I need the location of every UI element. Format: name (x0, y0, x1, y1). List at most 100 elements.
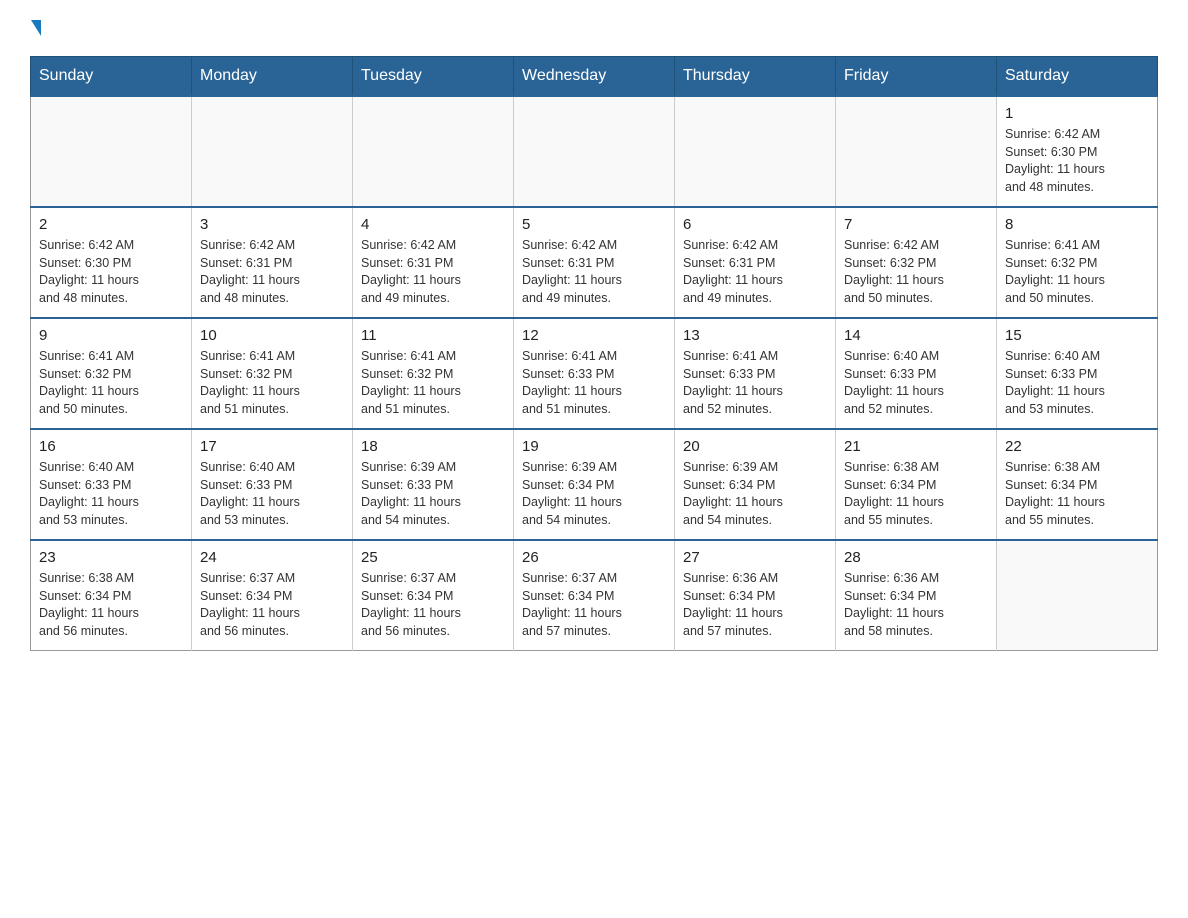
day-info: Sunrise: 6:37 AM Sunset: 6:34 PM Dayligh… (522, 570, 666, 640)
calendar-week-row: 9 Sunrise: 6:41 AM Sunset: 6:32 PM Daylig… (31, 318, 1158, 429)
day-number: 22 (1005, 438, 1149, 455)
day-info: Sunrise: 6:42 AM Sunset: 6:31 PM Dayligh… (522, 237, 666, 307)
logo (30, 20, 41, 36)
calendar-cell: 8 Sunrise: 6:41 AM Sunset: 6:32 PM Daylig… (997, 207, 1158, 318)
day-info: Sunrise: 6:38 AM Sunset: 6:34 PM Dayligh… (844, 459, 988, 529)
header-saturday: Saturday (997, 57, 1158, 97)
calendar-cell (675, 96, 836, 207)
header-friday: Friday (836, 57, 997, 97)
calendar-cell: 10 Sunrise: 6:41 AM Sunset: 6:32 PM Dayli… (192, 318, 353, 429)
logo-arrow-icon (31, 20, 41, 36)
day-number: 26 (522, 549, 666, 566)
day-number: 1 (1005, 105, 1149, 122)
day-info: Sunrise: 6:41 AM Sunset: 6:32 PM Dayligh… (1005, 237, 1149, 307)
day-info: Sunrise: 6:42 AM Sunset: 6:30 PM Dayligh… (39, 237, 183, 307)
calendar-cell: 27 Sunrise: 6:36 AM Sunset: 6:34 PM Dayli… (675, 540, 836, 651)
day-info: Sunrise: 6:39 AM Sunset: 6:34 PM Dayligh… (683, 459, 827, 529)
day-number: 2 (39, 216, 183, 233)
calendar-cell: 6 Sunrise: 6:42 AM Sunset: 6:31 PM Daylig… (675, 207, 836, 318)
header-tuesday: Tuesday (353, 57, 514, 97)
day-info: Sunrise: 6:41 AM Sunset: 6:32 PM Dayligh… (200, 348, 344, 418)
day-info: Sunrise: 6:40 AM Sunset: 6:33 PM Dayligh… (200, 459, 344, 529)
day-number: 10 (200, 327, 344, 344)
header-sunday: Sunday (31, 57, 192, 97)
calendar-week-row: 2 Sunrise: 6:42 AM Sunset: 6:30 PM Daylig… (31, 207, 1158, 318)
day-info: Sunrise: 6:41 AM Sunset: 6:33 PM Dayligh… (683, 348, 827, 418)
day-number: 20 (683, 438, 827, 455)
day-number: 28 (844, 549, 988, 566)
calendar-cell: 2 Sunrise: 6:42 AM Sunset: 6:30 PM Daylig… (31, 207, 192, 318)
day-number: 6 (683, 216, 827, 233)
calendar-cell: 25 Sunrise: 6:37 AM Sunset: 6:34 PM Dayli… (353, 540, 514, 651)
calendar-cell: 18Sunrise: 6:39 AM Sunset: 6:33 PM Dayli… (353, 429, 514, 540)
day-info: Sunrise: 6:41 AM Sunset: 6:33 PM Dayligh… (522, 348, 666, 418)
day-info: Sunrise: 6:40 AM Sunset: 6:33 PM Dayligh… (39, 459, 183, 529)
day-info: Sunrise: 6:41 AM Sunset: 6:32 PM Dayligh… (39, 348, 183, 418)
day-info: Sunrise: 6:38 AM Sunset: 6:34 PM Dayligh… (1005, 459, 1149, 529)
day-info: Sunrise: 6:40 AM Sunset: 6:33 PM Dayligh… (1005, 348, 1149, 418)
day-info: Sunrise: 6:37 AM Sunset: 6:34 PM Dayligh… (200, 570, 344, 640)
calendar-cell: 26 Sunrise: 6:37 AM Sunset: 6:34 PM Dayli… (514, 540, 675, 651)
calendar-table: Sunday Monday Tuesday Wednesday Thursday… (30, 56, 1158, 651)
calendar-cell (514, 96, 675, 207)
day-number: 21 (844, 438, 988, 455)
day-number: 16 (39, 438, 183, 455)
day-number: 11 (361, 327, 505, 344)
calendar-cell: 13 Sunrise: 6:41 AM Sunset: 6:33 PM Dayli… (675, 318, 836, 429)
day-info: Sunrise: 6:36 AM Sunset: 6:34 PM Dayligh… (844, 570, 988, 640)
day-number: 23 (39, 549, 183, 566)
calendar-cell: 14 Sunrise: 6:40 AM Sunset: 6:33 PM Dayli… (836, 318, 997, 429)
day-number: 19 (522, 438, 666, 455)
calendar-cell: 19 Sunrise: 6:39 AM Sunset: 6:34 PM Dayli… (514, 429, 675, 540)
calendar-cell (353, 96, 514, 207)
calendar-week-row: 23 Sunrise: 6:38 AM Sunset: 6:34 PM Dayli… (31, 540, 1158, 651)
calendar-cell: 22 Sunrise: 6:38 AM Sunset: 6:34 PM Dayli… (997, 429, 1158, 540)
weekday-header-row: Sunday Monday Tuesday Wednesday Thursday… (31, 57, 1158, 97)
calendar-week-row: 1Sunrise: 6:42 AM Sunset: 6:30 PM Daylig… (31, 96, 1158, 207)
calendar-cell (836, 96, 997, 207)
calendar-cell: 9 Sunrise: 6:41 AM Sunset: 6:32 PM Daylig… (31, 318, 192, 429)
calendar-cell: 7 Sunrise: 6:42 AM Sunset: 6:32 PM Daylig… (836, 207, 997, 318)
day-number: 15 (1005, 327, 1149, 344)
calendar-cell: 15 Sunrise: 6:40 AM Sunset: 6:33 PM Dayli… (997, 318, 1158, 429)
calendar-cell: 20 Sunrise: 6:39 AM Sunset: 6:34 PM Dayli… (675, 429, 836, 540)
calendar-cell: 23 Sunrise: 6:38 AM Sunset: 6:34 PM Dayli… (31, 540, 192, 651)
day-number: 18 (361, 438, 505, 455)
calendar-cell: 11 Sunrise: 6:41 AM Sunset: 6:32 PM Dayli… (353, 318, 514, 429)
calendar-cell: 4Sunrise: 6:42 AM Sunset: 6:31 PM Daylig… (353, 207, 514, 318)
day-number: 24 (200, 549, 344, 566)
day-info: Sunrise: 6:38 AM Sunset: 6:34 PM Dayligh… (39, 570, 183, 640)
calendar-cell: 12 Sunrise: 6:41 AM Sunset: 6:33 PM Dayli… (514, 318, 675, 429)
calendar-cell (31, 96, 192, 207)
day-number: 8 (1005, 216, 1149, 233)
calendar-cell (192, 96, 353, 207)
day-info: Sunrise: 6:42 AM Sunset: 6:32 PM Dayligh… (844, 237, 988, 307)
day-number: 12 (522, 327, 666, 344)
calendar-cell: 16 Sunrise: 6:40 AM Sunset: 6:33 PM Dayli… (31, 429, 192, 540)
day-info: Sunrise: 6:37 AM Sunset: 6:34 PM Dayligh… (361, 570, 505, 640)
day-number: 7 (844, 216, 988, 233)
day-number: 13 (683, 327, 827, 344)
day-number: 3 (200, 216, 344, 233)
day-info: Sunrise: 6:41 AM Sunset: 6:32 PM Dayligh… (361, 348, 505, 418)
header-thursday: Thursday (675, 57, 836, 97)
calendar-cell: 17 Sunrise: 6:40 AM Sunset: 6:33 PM Dayli… (192, 429, 353, 540)
day-number: 14 (844, 327, 988, 344)
day-number: 27 (683, 549, 827, 566)
header-monday: Monday (192, 57, 353, 97)
calendar-cell: 1Sunrise: 6:42 AM Sunset: 6:30 PM Daylig… (997, 96, 1158, 207)
day-info: Sunrise: 6:42 AM Sunset: 6:31 PM Dayligh… (200, 237, 344, 307)
day-info: Sunrise: 6:42 AM Sunset: 6:31 PM Dayligh… (361, 237, 505, 307)
day-number: 9 (39, 327, 183, 344)
day-number: 17 (200, 438, 344, 455)
calendar-cell: 24 Sunrise: 6:37 AM Sunset: 6:34 PM Dayli… (192, 540, 353, 651)
day-number: 25 (361, 549, 505, 566)
calendar-cell: 5 Sunrise: 6:42 AM Sunset: 6:31 PM Daylig… (514, 207, 675, 318)
day-info: Sunrise: 6:42 AM Sunset: 6:31 PM Dayligh… (683, 237, 827, 307)
day-info: Sunrise: 6:39 AM Sunset: 6:34 PM Dayligh… (522, 459, 666, 529)
day-info: Sunrise: 6:40 AM Sunset: 6:33 PM Dayligh… (844, 348, 988, 418)
calendar-week-row: 16 Sunrise: 6:40 AM Sunset: 6:33 PM Dayli… (31, 429, 1158, 540)
day-info: Sunrise: 6:36 AM Sunset: 6:34 PM Dayligh… (683, 570, 827, 640)
day-number: 5 (522, 216, 666, 233)
page-header (30, 20, 1158, 36)
